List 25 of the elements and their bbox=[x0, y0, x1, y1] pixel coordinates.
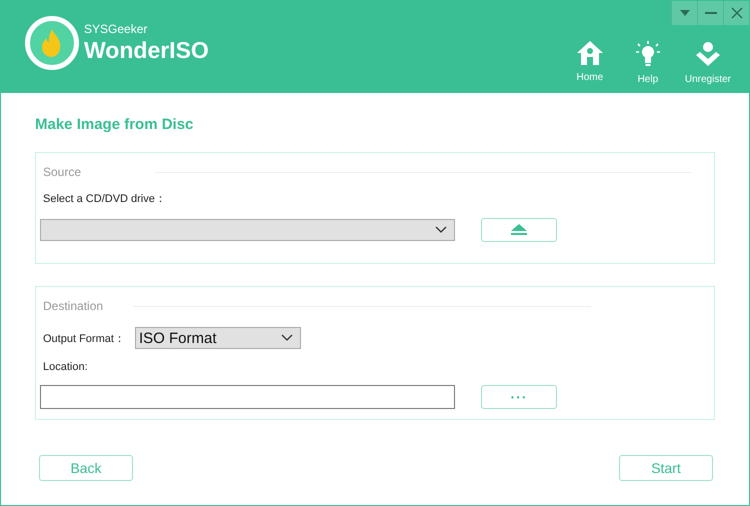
nav-button[interactable]: Unregister bbox=[684, 40, 731, 84]
chevron-down-icon bbox=[281, 334, 293, 342]
flame-logo-icon bbox=[24, 15, 80, 71]
field-label: Select a CD/DVD drive： bbox=[43, 192, 167, 206]
location-field[interactable] bbox=[40, 385, 455, 409]
field-label: Output Format： bbox=[43, 332, 126, 346]
nav-button[interactable]: Home bbox=[568, 40, 611, 84]
field-label: Location: bbox=[43, 361, 89, 373]
user-icon bbox=[694, 40, 722, 68]
start-button[interactable]: Start bbox=[619, 455, 713, 481]
eject-icon bbox=[511, 224, 527, 236]
page-title: Make Image from Disc bbox=[35, 116, 194, 133]
home-icon bbox=[576, 40, 604, 66]
back-button[interactable]: Back bbox=[39, 455, 133, 481]
product-name: WonderISO bbox=[84, 37, 209, 64]
browse-button[interactable]: ··· bbox=[481, 385, 557, 409]
eject-button[interactable] bbox=[481, 218, 557, 242]
nav-button[interactable]: Help bbox=[626, 40, 669, 84]
lightbulb-icon bbox=[634, 40, 661, 68]
format-dropdown[interactable]: ISO Format bbox=[135, 327, 301, 349]
company-name: SYSGeeker bbox=[84, 22, 148, 36]
section-legend: Destination bbox=[43, 299, 104, 313]
section-legend: Source bbox=[43, 165, 82, 179]
chevron-down-icon bbox=[435, 226, 447, 234]
drive-dropdown[interactable] bbox=[40, 219, 455, 241]
